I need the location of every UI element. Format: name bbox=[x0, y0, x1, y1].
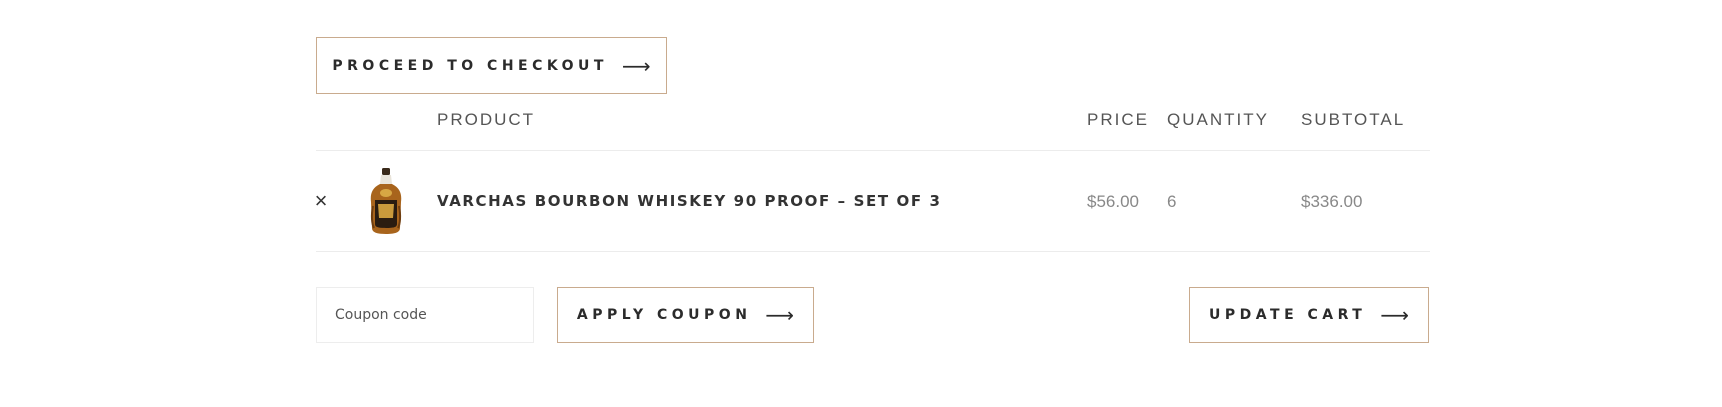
proceed-to-checkout-button[interactable]: PROCEED TO CHECKOUT ⟶ bbox=[316, 37, 667, 94]
checkout-button-label: PROCEED TO CHECKOUT bbox=[332, 57, 608, 74]
cart-page: PROCEED TO CHECKOUT ⟶ PRODUCT PRICE QUAN… bbox=[0, 0, 1722, 407]
row-divider bbox=[316, 251, 1430, 252]
product-thumbnail[interactable] bbox=[366, 166, 406, 236]
column-header-product: PRODUCT bbox=[437, 110, 536, 129]
update-cart-button[interactable]: UPDATE CART ⟶ bbox=[1189, 287, 1429, 343]
arrow-right-icon: ⟶ bbox=[621, 53, 651, 78]
item-price: $56.00 bbox=[1087, 192, 1139, 211]
product-name-link[interactable]: VARCHAS BOURBON WHISKEY 90 PROOF – SET O… bbox=[437, 192, 942, 210]
column-header-subtotal: SUBTOTAL bbox=[1301, 110, 1406, 129]
arrow-right-icon: ⟶ bbox=[765, 303, 795, 327]
apply-coupon-label: APPLY COUPON bbox=[576, 307, 752, 323]
whiskey-bottle-icon bbox=[370, 168, 402, 234]
quantity-field[interactable]: 6 bbox=[1167, 192, 1176, 212]
column-header-price: PRICE bbox=[1087, 110, 1149, 129]
coupon-code-input[interactable] bbox=[316, 287, 534, 343]
update-cart-label: UPDATE CART bbox=[1209, 307, 1367, 323]
apply-coupon-button[interactable]: APPLY COUPON ⟶ bbox=[557, 287, 814, 343]
item-subtotal: $336.00 bbox=[1301, 192, 1363, 211]
remove-item-icon[interactable]: × bbox=[313, 186, 329, 216]
column-header-quantity: QUANTITY bbox=[1167, 110, 1269, 129]
arrow-right-icon: ⟶ bbox=[1380, 303, 1409, 327]
header-divider bbox=[316, 150, 1430, 151]
